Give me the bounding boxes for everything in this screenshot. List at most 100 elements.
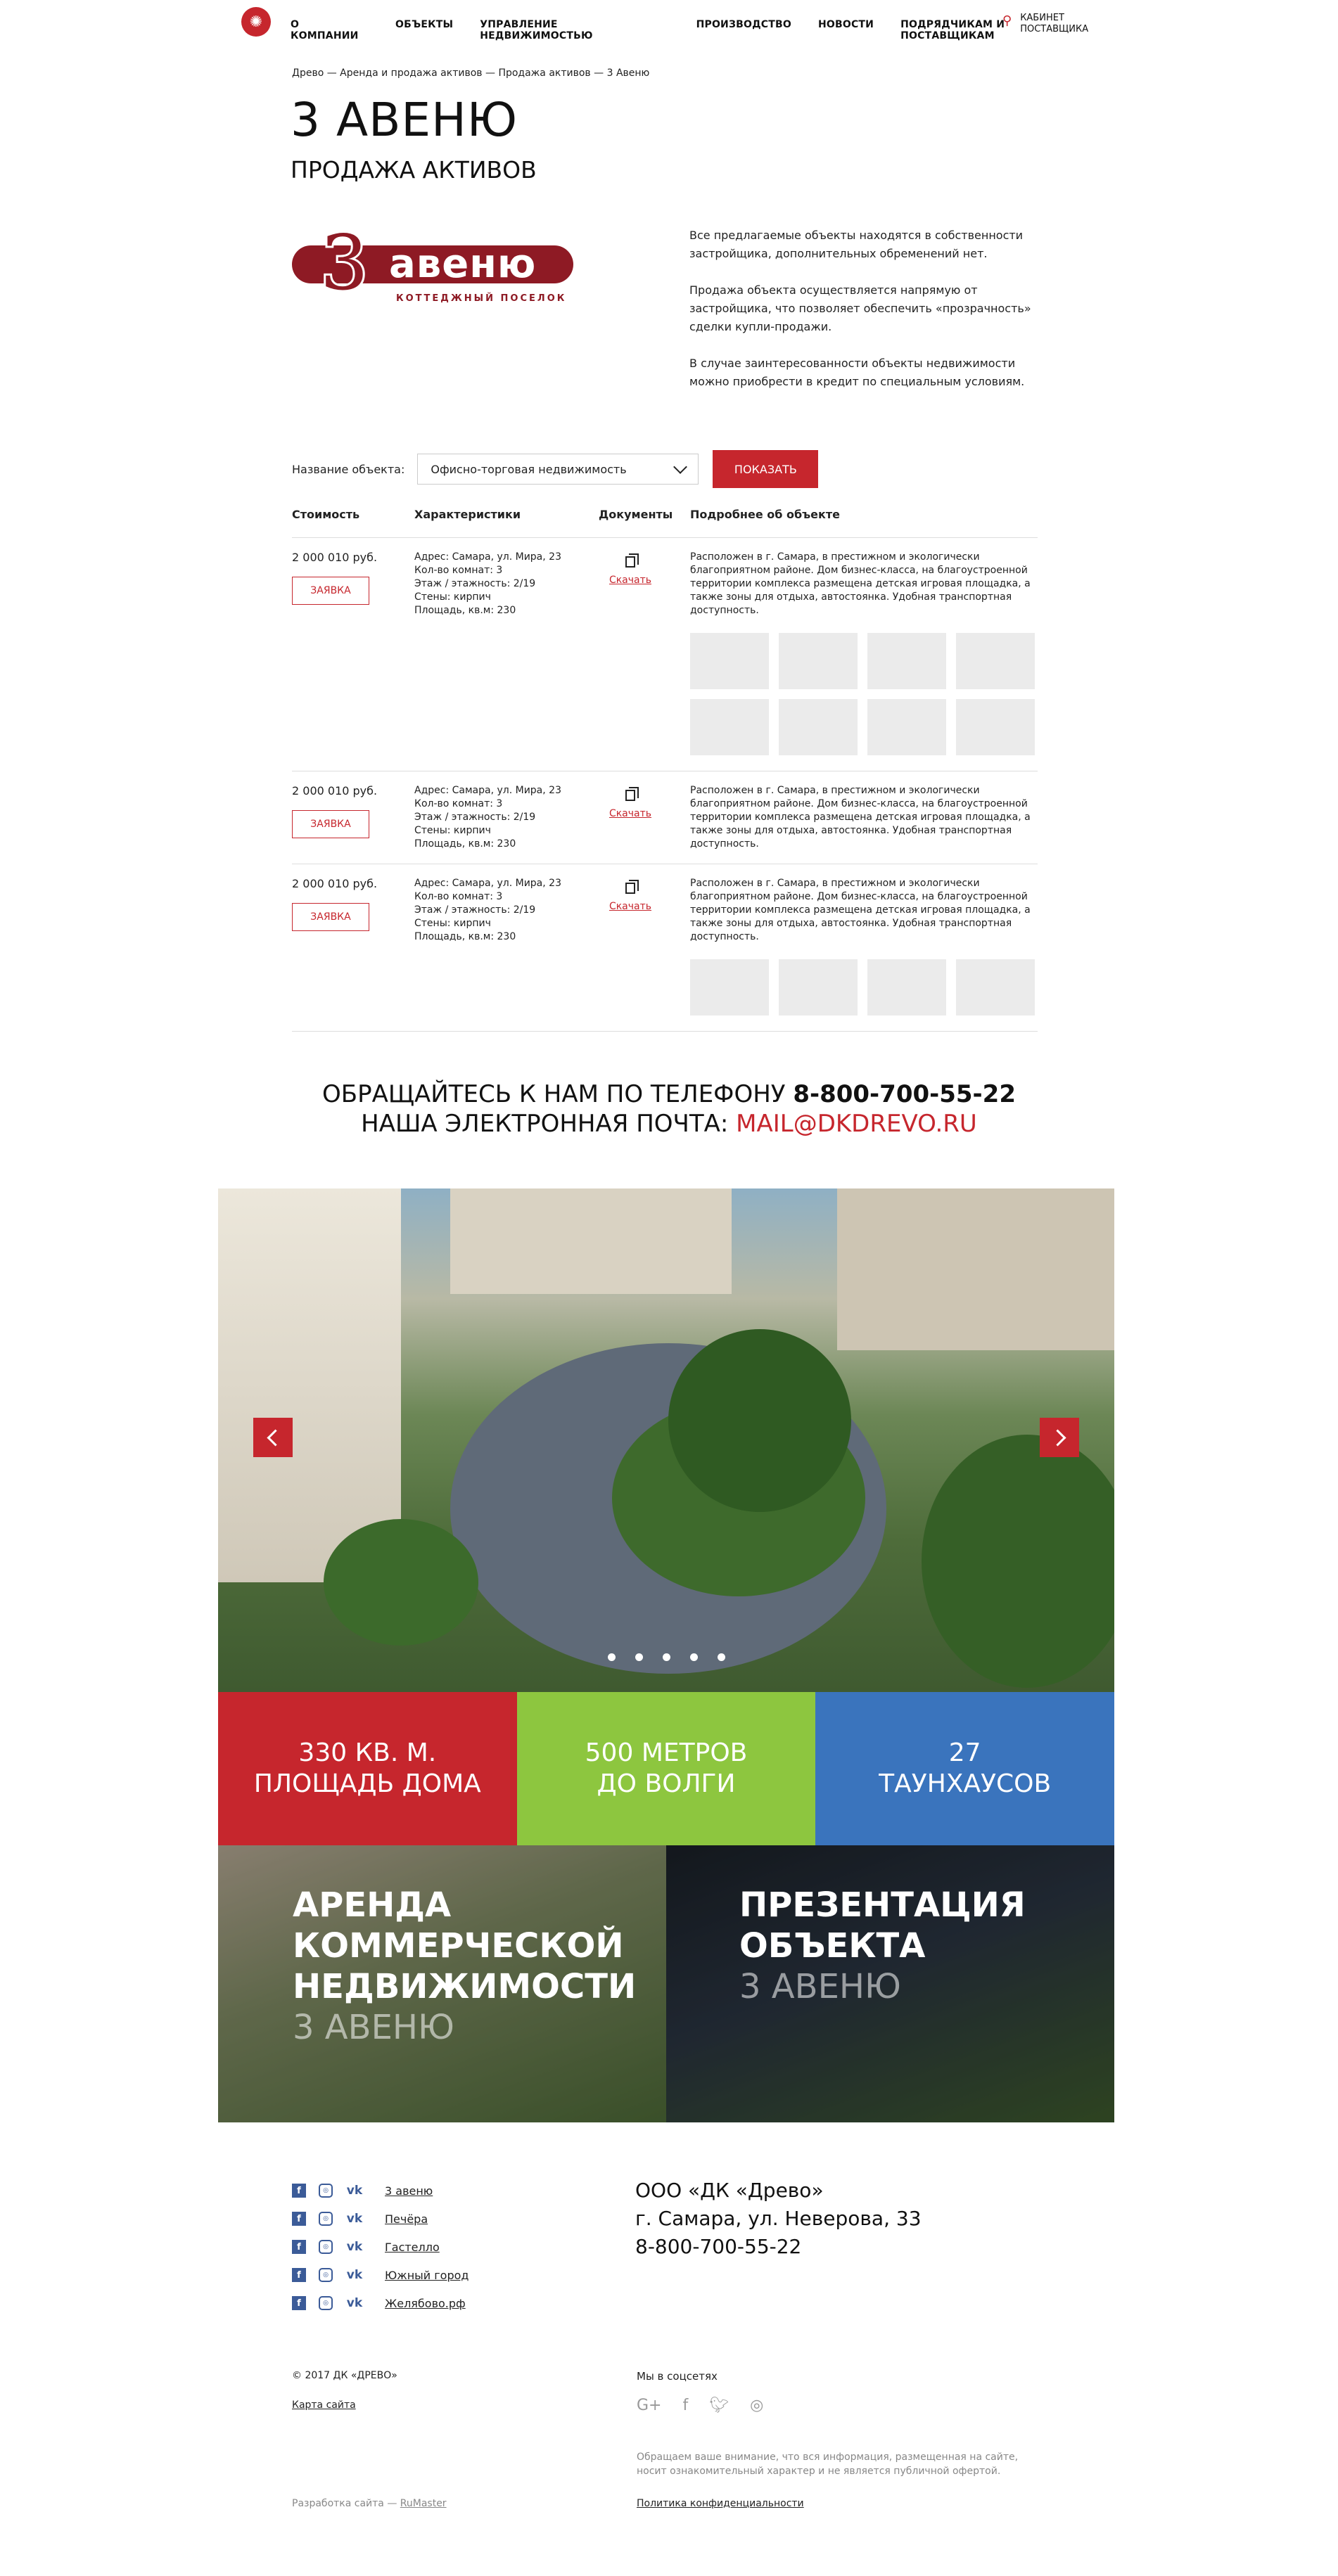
breadcrumb-item[interactable]: Продажа активов — [498, 68, 590, 79]
photo-gallery — [690, 633, 1038, 755]
facebook-icon[interactable]: f — [292, 2268, 306, 2282]
slider-dots — [218, 1653, 1114, 1661]
photo-thumb[interactable] — [690, 699, 769, 755]
photo-thumb[interactable] — [690, 633, 769, 689]
slider-next-button[interactable] — [1040, 1418, 1079, 1457]
legal-note: Обращаем ваше внимание, что вся информац… — [637, 2452, 1019, 2477]
object-description: Расположен в г. Самара, в престижном и э… — [690, 785, 1031, 850]
twitter-icon[interactable]: 🐦︎ — [709, 2397, 729, 2414]
object-description: Расположен в г. Самара, в престижном и э… — [690, 551, 1031, 616]
objects-table: Стоимость Характеристики Документы Подро… — [292, 508, 1038, 1032]
nav-objects[interactable]: ОБЪЕКТЫ — [395, 19, 453, 41]
google-plus-icon[interactable]: G+ — [637, 2397, 661, 2414]
nav-property-management[interactable]: УПРАВЛЕНИЕ НЕДВИЖИМОСТЬЮ — [480, 19, 669, 41]
company-phone[interactable]: 8-800-700-55-22 — [635, 2233, 922, 2261]
presentation-card[interactable]: ПРЕЗЕНТАЦИЯ ОБЪЕКТА 3 АВЕНЮ — [666, 1845, 1114, 2122]
download-link[interactable]: Скачать — [599, 808, 662, 819]
nav-news[interactable]: НОВОСТИ — [818, 19, 874, 41]
card-title-line: КОММЕРЧЕСКОЙ — [293, 1926, 624, 1966]
document-icon — [625, 787, 639, 801]
phone-prefix: ОБРАЩАЙТЕСЬ К НАМ ПО ТЕЛЕФОНУ — [321, 1080, 794, 1108]
photo-thumb[interactable] — [956, 633, 1035, 689]
company-name: ООО «ДК «Древо» — [635, 2179, 824, 2202]
instagram-icon[interactable]: ◎ — [319, 2296, 333, 2310]
breadcrumb-item[interactable]: Аренда и продажа активов — [340, 68, 482, 79]
slide-tree — [668, 1329, 851, 1512]
spec-line: Этаж / этажность: 2/19 — [414, 578, 536, 589]
vk-icon[interactable]: vk — [345, 2296, 364, 2310]
instagram-icon[interactable]: ◎ — [319, 2184, 333, 2198]
specs: Адрес: Самара, ул. Мира, 23 Кол-во комна… — [414, 784, 599, 864]
facebook-icon[interactable]: f — [292, 2296, 306, 2310]
project-row: f ◎ vk Печёра — [292, 2205, 469, 2233]
header-price: Стоимость — [292, 508, 360, 521]
photo-thumb[interactable] — [867, 959, 946, 1015]
project-link[interactable]: 3 авеню — [385, 2184, 433, 2198]
instagram-icon[interactable]: ◎ — [319, 2240, 333, 2254]
vk-icon[interactable]: vk — [345, 2240, 364, 2254]
instagram-icon[interactable]: ◎ — [750, 2397, 763, 2414]
phone-number[interactable]: 8-800-700-55-22 — [793, 1080, 1016, 1108]
nav-production[interactable]: ПРОИЗВОДСТВО — [696, 19, 791, 41]
promo-cards: АРЕНДА КОММЕРЧЕСКОЙ НЕДВИЖИМОСТИ 3 АВЕНЮ… — [218, 1845, 1114, 2122]
project-link[interactable]: Южный город — [385, 2269, 469, 2282]
supplier-cabinet-link[interactable]: ⚲ КАБИНЕТ ПОСТАВЩИКА — [1002, 13, 1088, 35]
breadcrumb-item[interactable]: Древо — [292, 68, 324, 79]
slider-dot[interactable] — [635, 1653, 643, 1661]
object-select[interactable]: Офисно-торговая недвижимость — [417, 454, 699, 485]
commercial-rent-card[interactable]: АРЕНДА КОММЕРЧЕСКОЙ НЕДВИЖИМОСТИ 3 АВЕНЮ — [218, 1845, 666, 2122]
photo-thumb[interactable] — [867, 699, 946, 755]
object-select-value: Офисно-торговая недвижимость — [431, 462, 627, 476]
spec-line: Кол-во комнат: 3 — [414, 798, 503, 809]
slider-prev-button[interactable] — [253, 1418, 293, 1457]
vk-icon[interactable]: vk — [345, 2212, 364, 2226]
chevron-left-icon — [266, 1428, 284, 1447]
photo-thumb[interactable] — [867, 633, 946, 689]
download-link[interactable]: Скачать — [599, 575, 662, 586]
project-link[interactable]: Гастелло — [385, 2241, 440, 2254]
project-link[interactable]: Желябово.рф — [385, 2297, 466, 2310]
stat-value: 500 МЕТРОВ — [585, 1738, 748, 1767]
photo-thumb[interactable] — [779, 633, 858, 689]
facebook-icon[interactable]: f — [292, 2212, 306, 2226]
show-button[interactable]: ПОКАЗАТЬ — [713, 450, 819, 488]
slider-dot[interactable] — [689, 1653, 698, 1661]
vk-icon[interactable]: vk — [345, 2184, 364, 2198]
contact-block: ОБРАЩАЙТЕСЬ К НАМ ПО ТЕЛЕФОНУ 8-800-700-… — [0, 1079, 1338, 1139]
facebook-icon[interactable]: f — [682, 2397, 688, 2414]
spec-line: Адрес: Самара, ул. Мира, 23 — [414, 878, 561, 889]
photo-thumb[interactable] — [690, 959, 769, 1015]
slider-dot[interactable] — [662, 1653, 670, 1661]
apply-button[interactable]: ЗАЯВКА — [292, 903, 369, 931]
photo-thumb[interactable] — [956, 959, 1035, 1015]
object-filter: Название объекта: Офисно-торговая недвиж… — [292, 450, 819, 488]
project-link[interactable]: Печёра — [385, 2212, 428, 2226]
logo-icon: ✺ — [249, 13, 263, 31]
apply-button[interactable]: ЗАЯВКА — [292, 577, 369, 605]
photo-thumb[interactable] — [779, 959, 858, 1015]
instagram-icon[interactable]: ◎ — [319, 2212, 333, 2226]
privacy-policy-link[interactable]: Политика конфиденциальности — [637, 2498, 804, 2509]
developer-prefix: Разработка сайта — — [292, 2498, 400, 2509]
apply-button[interactable]: ЗАЯВКА — [292, 810, 369, 838]
sitemap-link[interactable]: Карта сайта — [292, 2399, 356, 2411]
card-subtitle: 3 АВЕНЮ — [739, 1967, 901, 2006]
header-specs: Характеристики — [414, 508, 521, 521]
spec-line: Площадь, кв.м: 230 — [414, 605, 516, 616]
slider-dot[interactable] — [717, 1653, 725, 1661]
vk-icon[interactable]: vk — [345, 2268, 364, 2282]
email-prefix: НАША ЭЛЕКТРОННАЯ ПОЧТА: — [361, 1110, 737, 1138]
company-logo[interactable]: ✺ — [241, 7, 271, 37]
facebook-icon[interactable]: f — [292, 2240, 306, 2254]
photo-thumb[interactable] — [956, 699, 1035, 755]
instagram-icon[interactable]: ◎ — [319, 2268, 333, 2282]
download-link[interactable]: Скачать — [599, 901, 662, 912]
photo-thumb[interactable] — [779, 699, 858, 755]
email-link[interactable]: MAIL@DKDREVO.RU — [736, 1110, 977, 1138]
intro-text: Все предлагаемые объекты находятся в соб… — [689, 226, 1034, 409]
slider-dot[interactable] — [607, 1653, 616, 1661]
table-row: 2 000 010 руб. ЗАЯВКА Адрес: Самара, ул.… — [292, 538, 1038, 771]
facebook-icon[interactable]: f — [292, 2184, 306, 2198]
developer-link[interactable]: RuMaster — [400, 2498, 447, 2509]
nav-about[interactable]: О КОМПАНИИ — [291, 19, 369, 41]
